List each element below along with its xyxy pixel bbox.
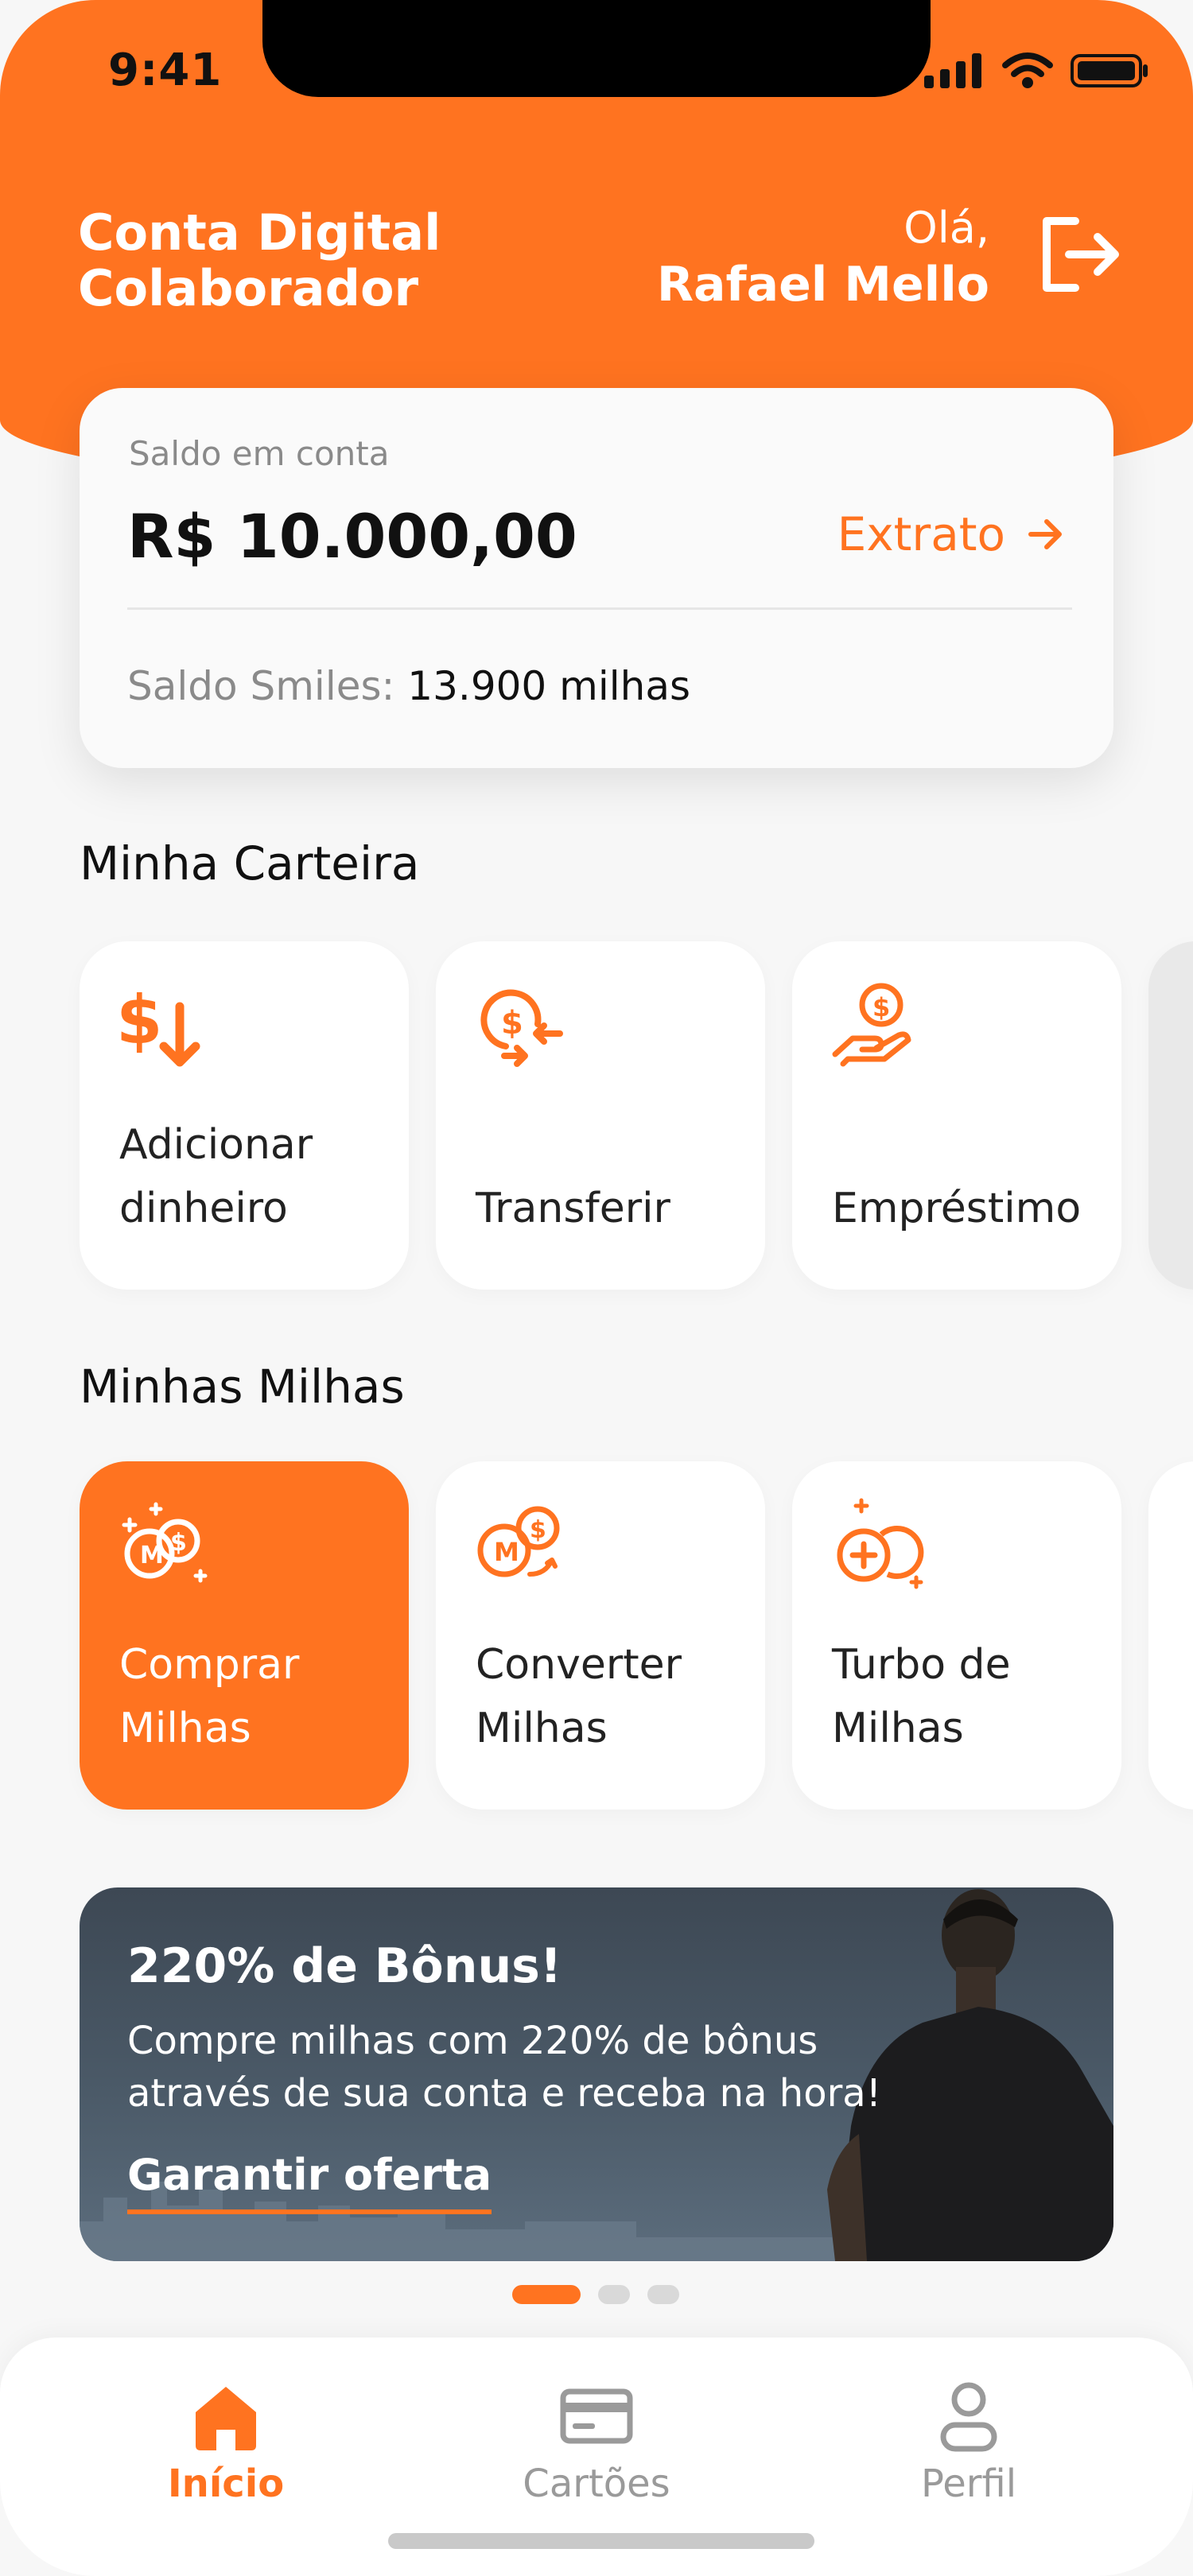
carousel-dot[interactable] [647, 2285, 679, 2304]
loan-icon: $ [832, 983, 911, 1067]
svg-text:$: $ [530, 1516, 546, 1544]
statement-link[interactable]: Extrato [837, 507, 1064, 561]
user-icon [940, 2382, 997, 2452]
status-icons [924, 52, 1150, 89]
turbo-miles-icon [837, 1498, 924, 1589]
tile-label: Turbo de Milhas [832, 1641, 1011, 1752]
home-icon [196, 2387, 256, 2450]
carousel-dot-active[interactable] [512, 2285, 581, 2304]
svg-text:M: M [494, 1537, 519, 1567]
nav-label: Cartões [523, 2462, 670, 2506]
status-time: 9:41 [108, 45, 223, 96]
promo-description: Compre milhas com 220% de bônus através … [127, 2019, 881, 2116]
logout-icon[interactable] [1037, 213, 1120, 296]
user-name: Rafael Mello [656, 257, 989, 312]
signal-icon [924, 53, 981, 88]
tile-label: Empréstimo [832, 1185, 1082, 1232]
nav-label: Início [167, 2462, 285, 2506]
loan-button[interactable]: $ Empréstimo [792, 941, 1121, 1290]
balance-amount: R$ 10.000,00 [127, 501, 577, 572]
arrow-right-icon [1028, 519, 1062, 549]
more-miles-tile[interactable] [1148, 1461, 1193, 1810]
carousel-indicator[interactable] [512, 2285, 679, 2304]
promo-banner[interactable]: 220% de Bônus! Compre milhas com 220% de… [80, 1887, 1113, 2261]
nav-label: Perfil [920, 2462, 1017, 2506]
device-notch [262, 0, 931, 97]
turbo-miles-button[interactable]: Turbo de Milhas [792, 1461, 1121, 1810]
nav-tab-profile[interactable]: Perfil [849, 2380, 1088, 2506]
svg-text:$: $ [872, 992, 890, 1022]
add-money-button[interactable]: $ Adicionar dinheiro [80, 941, 409, 1290]
app-title-line2: Colaborador [78, 259, 419, 317]
user-greeting: Olá, Rafael Mello [657, 200, 989, 313]
svg-text:$: $ [170, 1529, 187, 1557]
tile-label: Comprar Milhas [119, 1641, 300, 1752]
greeting-text: Olá, [903, 203, 989, 253]
promo-title: 220% de Bônus! [127, 1938, 562, 1994]
buy-miles-button[interactable]: M $ Comprar Milhas [80, 1461, 409, 1810]
svg-text:$: $ [501, 1005, 523, 1042]
app-screen: 9:41 Conta Digital Colaborador Olá, Rafa… [0, 0, 1193, 2576]
carousel-dot[interactable] [598, 2285, 630, 2304]
add-money-icon: $ [116, 981, 200, 1067]
transfer-button[interactable]: $ Transferir [436, 941, 765, 1290]
smiles-label: Saldo Smiles: [127, 663, 395, 709]
app-title: Conta Digital Colaborador [78, 205, 441, 316]
wifi-icon [1002, 52, 1053, 88]
nav-tab-cards[interactable]: Cartões [477, 2380, 716, 2506]
smiles-value: 13.900 milhas [407, 663, 691, 709]
nav-tab-home[interactable]: Início [107, 2380, 345, 2506]
convert-miles-icon: M $ [477, 1506, 560, 1577]
app-title-line1: Conta Digital [78, 204, 441, 262]
tile-label: Transferir [476, 1185, 670, 1232]
balance-label: Saldo em conta [129, 434, 390, 473]
convert-miles-button[interactable]: M $ Converter Milhas [436, 1461, 765, 1810]
promo-cta-link[interactable]: Garantir oferta [127, 2150, 492, 2214]
wallet-actions: $ Adicionar dinheiro $ Transferir $ Empr… [80, 941, 1193, 1290]
transfer-icon: $ [480, 989, 563, 1067]
miles-section-title: Minhas Milhas [80, 1360, 405, 1414]
statement-label: Extrato [837, 507, 1005, 561]
buy-miles-icon: M $ [122, 1502, 208, 1583]
miles-actions: M $ Comprar Milhas M $ Converter Milhas [80, 1461, 1193, 1810]
smiles-balance: Saldo Smiles: 13.900 milhas [127, 663, 690, 709]
wallet-section-title: Minha Carteira [80, 836, 420, 890]
more-wallet-tile[interactable] [1148, 941, 1193, 1290]
balance-card: Saldo em conta R$ 10.000,00 Extrato Sald… [80, 388, 1113, 768]
divider [127, 607, 1072, 610]
tile-label: Adicionar dinheiro [119, 1121, 313, 1232]
battery-icon [1071, 54, 1148, 87]
home-indicator [388, 2533, 814, 2549]
tile-label: Converter Milhas [476, 1641, 682, 1752]
card-icon [560, 2388, 633, 2444]
svg-text:$: $ [116, 981, 162, 1059]
